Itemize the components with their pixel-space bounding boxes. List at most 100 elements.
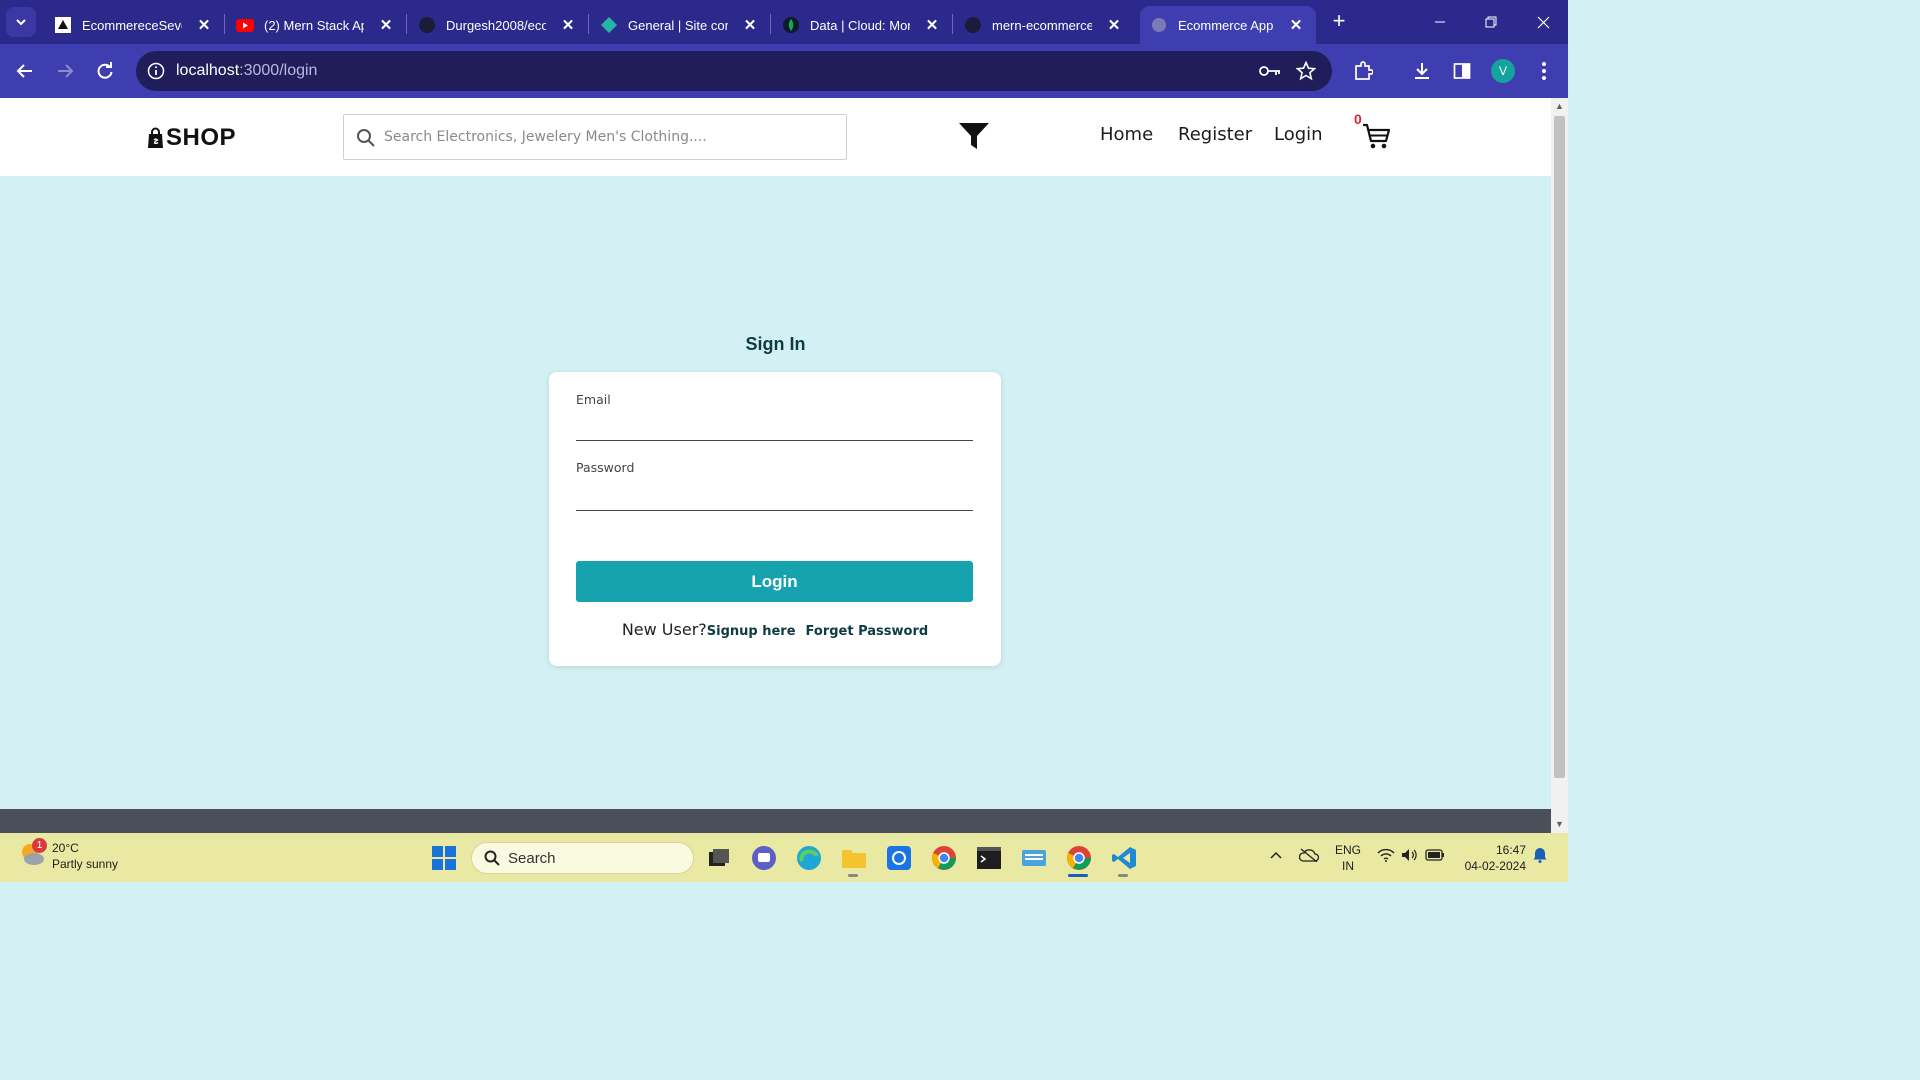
tab-separator [588,14,589,34]
chrome-icon[interactable] [930,844,958,872]
tab-title: Data | Cloud: Mongo [810,17,910,33]
page-scrollbar[interactable]: ▲ ▼ [1551,98,1568,833]
task-view-icon[interactable] [705,844,733,872]
teams-chat-icon[interactable] [750,844,778,872]
more-menu-icon[interactable] [1530,57,1558,85]
extensions-icon[interactable] [1349,57,1377,85]
close-icon[interactable]: ✕ [1104,15,1124,35]
download-icon[interactable] [1408,57,1436,85]
chevron-up-icon[interactable] [1266,845,1286,865]
tab-youtube[interactable]: (2) Mern Stack App ✕ [226,6,407,44]
email-field[interactable] [576,417,973,441]
tab-mongodb[interactable]: Data | Cloud: Mongo ✕ [772,6,953,44]
profile-avatar[interactable]: V [1491,59,1515,83]
tab-ecommerce-app[interactable]: Ecommerce App ✕ [1140,6,1316,44]
search-box [343,114,847,160]
square-logo-icon [54,16,72,34]
brand-logo[interactable]: SHOP [146,124,236,152]
language-indicator[interactable]: ENG IN [1335,842,1361,874]
tab-netlify[interactable]: General | Site config ✕ [590,6,771,44]
tab-separator [952,14,953,34]
wifi-icon[interactable] [1376,845,1396,865]
tab-title: General | Site config [628,17,728,33]
bookmark-star-icon[interactable] [1294,59,1318,83]
side-panel-icon[interactable] [1448,57,1476,85]
forward-icon[interactable] [51,57,79,85]
login-form-card: Email Password Login New User?Signup her… [549,372,1001,666]
address-bar[interactable]: localhost:3000/login [136,51,1332,91]
weather-alert-badge: 1 [32,838,47,853]
scroll-down-arrow-icon[interactable]: ▼ [1555,820,1564,829]
keyboard-app-icon[interactable] [1020,844,1048,872]
os-taskbar: 1 20°C Partly sunny Search ENG IN 16:47 … [0,833,1568,882]
youtube-icon [236,16,254,34]
github-icon [418,16,436,34]
netlify-icon [600,16,618,34]
password-key-icon[interactable] [1258,59,1282,83]
tab-github-durgesh[interactable]: Durgesh2008/ecom ✕ [408,6,589,44]
close-icon[interactable]: ✕ [194,15,214,35]
close-icon[interactable]: ✕ [558,15,578,35]
new-user-text: New User? [621,620,707,639]
tab-separator [406,14,407,34]
onedrive-offline-icon[interactable] [1299,845,1319,865]
close-icon[interactable]: ✕ [376,15,396,35]
login-footer: New User?Signup here Forget Password [549,620,1001,639]
minimize-icon[interactable] [1428,10,1452,34]
new-tab-button[interactable]: + [1328,10,1350,32]
weather-widget[interactable]: 1 20°C Partly sunny [18,838,119,872]
terminal-icon[interactable] [975,844,1003,872]
store-app-icon[interactable] [885,844,913,872]
cart-icon[interactable] [1362,122,1390,150]
battery-icon[interactable] [1425,845,1445,865]
page-viewport: SHOP Home Register Login 0 Sign In Email… [0,98,1551,833]
tab-title: mern-ecommerce/ [992,17,1092,33]
close-icon[interactable]: ✕ [740,15,760,35]
login-button[interactable]: Login [576,561,973,602]
restore-icon[interactable] [1479,10,1503,34]
shopping-bag-icon [148,127,163,148]
nav-register-link[interactable]: Register [1178,124,1252,145]
search-icon [357,129,375,147]
close-icon[interactable]: ✕ [1286,15,1306,35]
tab-title: EcommereceSever [82,17,182,33]
weather-desc: Partly sunny [52,857,119,871]
search-icon [484,850,500,866]
window-close-icon[interactable] [1531,10,1555,34]
edge-browser-icon[interactable] [795,844,823,872]
site-info-icon[interactable] [144,59,168,83]
vscode-icon[interactable] [1110,844,1138,872]
tab-search-button[interactable] [6,7,36,37]
search-input[interactable] [384,115,834,159]
back-icon[interactable] [11,57,39,85]
nav-home-link[interactable]: Home [1100,124,1153,145]
app-running-indicator [1118,874,1128,877]
windows-start-icon[interactable] [432,846,456,870]
close-icon[interactable]: ✕ [922,15,942,35]
tab-ecommerce-server[interactable]: EcommereceSever ✕ [44,6,225,44]
chrome-profile-icon[interactable] [1065,844,1093,872]
scroll-up-arrow-icon[interactable]: ▲ [1555,102,1564,111]
nav-login-link[interactable]: Login [1274,124,1323,145]
notification-bell-icon[interactable] [1530,845,1550,865]
scrollbar-thumb[interactable] [1554,116,1565,778]
system-clock[interactable]: 16:47 04-02-2024 [1458,842,1526,874]
forgot-password-link[interactable]: Forget Password [806,624,929,639]
clock-time: 16:47 [1495,843,1526,857]
tab-github-mern[interactable]: mern-ecommerce/ ✕ [954,6,1134,44]
clock-date: 04-02-2024 [1464,859,1526,873]
password-field[interactable] [576,487,973,511]
filter-icon[interactable] [958,122,990,150]
cart-count-badge: 0 [1354,111,1362,127]
file-explorer-icon[interactable] [840,844,868,872]
volume-icon[interactable] [1400,845,1420,865]
tab-separator [770,14,771,34]
app-active-indicator [1068,874,1088,877]
tab-title: Ecommerce App [1178,17,1274,33]
reload-icon[interactable] [91,57,119,85]
tab-title: (2) Mern Stack App [264,17,364,33]
signup-link[interactable]: Signup here [707,624,796,639]
mongodb-leaf-icon [782,16,800,34]
url-text[interactable]: localhost:3000/login [176,62,317,80]
taskbar-search[interactable]: Search [471,842,694,874]
